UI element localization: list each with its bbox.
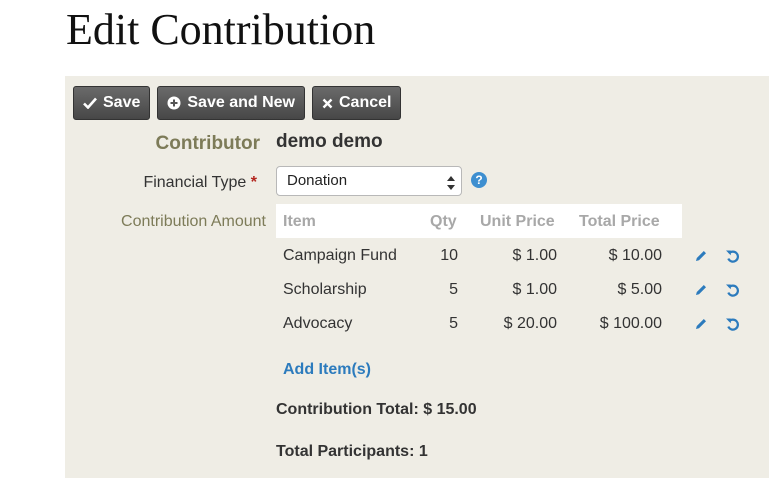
save-and-new-button[interactable]: Save and New	[157, 86, 305, 120]
contributor-name: demo demo	[276, 131, 383, 152]
financial-type-label-text: Financial Type	[143, 174, 247, 191]
item-unit-price: $ 1.00	[512, 281, 557, 298]
item-name: Advocacy	[283, 315, 353, 332]
save-and-new-label: Save and New	[187, 94, 295, 111]
select-arrows-icon	[447, 173, 455, 201]
undo-icon[interactable]	[725, 317, 740, 336]
column-header-item: Item	[283, 213, 316, 230]
cancel-label: Cancel	[338, 94, 392, 111]
line-items-header: Item Qty Unit Price Total Price	[276, 204, 682, 238]
item-name: Scholarship	[283, 281, 367, 298]
close-icon	[322, 98, 333, 109]
pencil-icon[interactable]	[694, 317, 708, 336]
contribution-amount-label: Contribution Amount	[121, 213, 266, 230]
cancel-button[interactable]: Cancel	[311, 86, 402, 120]
item-qty: 5	[449, 281, 458, 298]
financial-type-select[interactable]: Donation	[276, 166, 462, 196]
table-row: Campaign Fund 10 $ 1.00 $ 10.00	[276, 240, 746, 274]
undo-icon[interactable]	[725, 283, 740, 302]
item-unit-price: $ 20.00	[503, 315, 557, 332]
financial-type-label: Financial Type *	[65, 174, 257, 192]
total-participants: Total Participants: 1	[276, 443, 428, 460]
item-qty: 5	[449, 315, 458, 332]
contribution-total: Contribution Total: $ 15.00	[276, 401, 477, 418]
toolbar: Save Save and New Cancel	[73, 86, 402, 120]
column-header-total-price: Total Price	[579, 213, 660, 230]
table-row: Scholarship 5 $ 1.00 $ 5.00	[276, 274, 746, 308]
contributor-label: Contributor	[155, 133, 260, 154]
column-header-qty: Qty	[430, 213, 457, 230]
item-total-price: $ 5.00	[617, 281, 662, 298]
save-button[interactable]: Save	[73, 86, 151, 120]
financial-type-value: Donation	[287, 172, 348, 189]
add-items-link[interactable]: Add Item(s)	[283, 361, 371, 379]
item-unit-price: $ 1.00	[512, 247, 557, 264]
page-title: Edit Contribution	[66, 5, 376, 54]
item-total-price: $ 10.00	[608, 247, 662, 264]
help-icon[interactable]: ?	[471, 172, 487, 188]
item-qty: 10	[440, 247, 458, 264]
checkmark-icon	[83, 97, 97, 109]
pencil-icon[interactable]	[694, 283, 708, 302]
item-total-price: $ 100.00	[599, 315, 662, 332]
undo-icon[interactable]	[725, 249, 740, 268]
pencil-icon[interactable]	[694, 249, 708, 268]
item-name: Campaign Fund	[283, 247, 397, 264]
column-header-unit-price: Unit Price	[480, 213, 555, 230]
save-label: Save	[103, 94, 141, 111]
required-marker: *	[250, 174, 257, 191]
plus-circle-icon	[167, 96, 181, 110]
edit-contribution-panel: Save Save and New Cancel Contributor dem…	[65, 76, 769, 478]
table-row: Advocacy 5 $ 20.00 $ 100.00	[276, 308, 746, 342]
